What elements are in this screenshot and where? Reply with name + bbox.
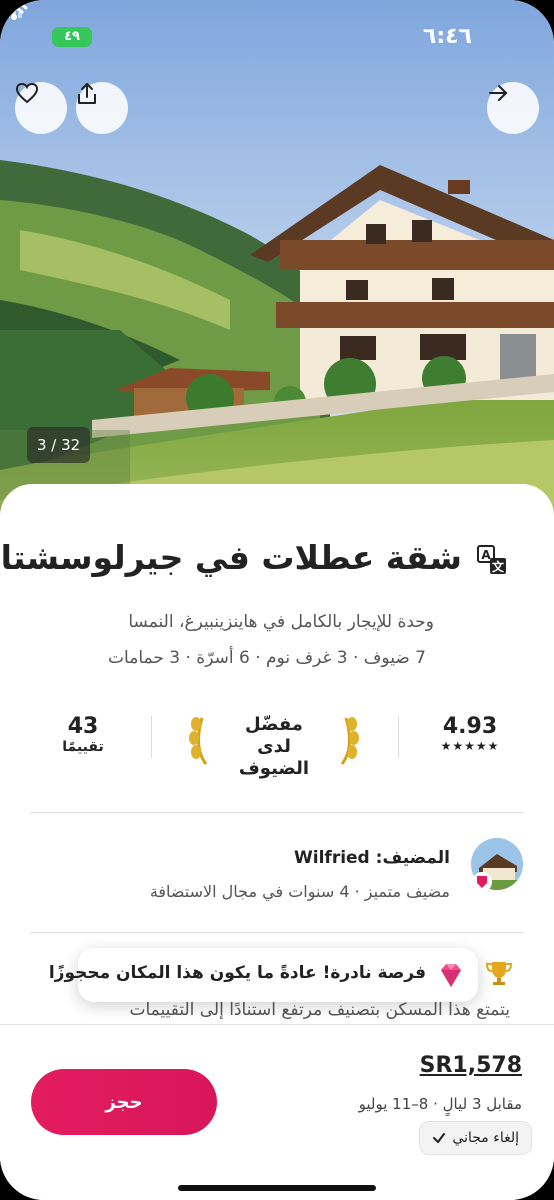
superhost-icon: [477, 876, 487, 888]
rare-find-banner: فرصة نادرة! عادةً ما يكون هذا المكان محج…: [49, 948, 478, 1002]
photo-counter: 3 / 32: [27, 427, 91, 463]
svg-text:A: A: [481, 548, 491, 562]
host-row[interactable]: المضيف: Wilfried مضيف متميز · 4 سنوات في…: [0, 834, 554, 904]
host-meta: مضيف متميز · 4 سنوات في مجال الاستضافة: [149, 882, 450, 901]
reserve-button[interactable]: حجز: [31, 1069, 217, 1135]
stats-row[interactable]: 4.93 ★★★★★ مفضّل لدى الضيوف 43 تقييمًا: [0, 704, 554, 784]
price-detail: مقابل 3 ليالٍ · 8–11 يوليو: [358, 1095, 522, 1113]
guest-favorite-line2: لدى الضيوف: [238, 736, 310, 779]
superhost-badge: [472, 872, 492, 892]
laurel-icon: [189, 717, 208, 765]
reviews-stat: 43 تقييمًا: [48, 714, 118, 755]
listing-location: وحدة للإيجار بالكامل في هاينزينبيرغ، الن…: [128, 612, 434, 632]
heart-icon: [15, 82, 39, 104]
divider: [398, 716, 399, 758]
laurel-icon: [340, 717, 359, 765]
listing-capacity: 7 ضيوف · 3 غرف نوم · 6 أسرّة · 3 حمامات: [108, 648, 426, 668]
booking-bar: SR1,578 مقابل 3 ليالٍ · 8–11 يوليو إلغاء…: [0, 1024, 554, 1200]
share-icon: [78, 83, 96, 104]
description-preview: يتمتع هذا المسكن بتصنيف مرتفع استنادًا إ…: [129, 1000, 510, 1020]
status-time: ٦:٤٦: [422, 24, 472, 49]
save-button[interactable]: [15, 82, 67, 134]
free-cancellation-label: إلغاء مجاني: [452, 1130, 519, 1146]
divider: [30, 812, 524, 813]
back-button[interactable]: [487, 82, 539, 134]
share-button[interactable]: [76, 82, 128, 134]
listing-photo-gallery[interactable]: ٤٩ ٦:٤٦ 3 / 32: [0, 0, 554, 520]
arrow-right-icon: [489, 85, 507, 101]
listing-title: شقة عطلات في جيرلوسشتاين: [0, 538, 462, 577]
status-bar: ٤٩ ٦:٤٦: [0, 0, 554, 74]
guest-favorite-line1: مفضّل: [245, 714, 303, 735]
title-row: شقة عطلات في جيرلوسشتاين A 文: [0, 538, 554, 586]
host-name: المضيف: Wilfried: [294, 848, 450, 868]
svg-text:文: 文: [492, 559, 505, 574]
home-indicator[interactable]: [178, 1185, 376, 1191]
rare-find-text: فرصة نادرة! عادةً ما يكون هذا المكان محج…: [48, 963, 426, 983]
screen: ٤٩ ٦:٤٦ 3 / 32 شقة عطلات في جيرلوسشتاين …: [0, 0, 554, 1200]
rating-value: 4.93: [442, 714, 498, 739]
guest-favorite-badge: مفضّل لدى الضيوف: [186, 712, 362, 779]
signal-icon: [0, 4, 22, 18]
reviews-count: 43: [67, 714, 99, 739]
free-cancellation-badge: إلغاء مجاني: [419, 1121, 532, 1155]
battery-indicator: ٤٩: [52, 27, 92, 47]
divider: [30, 932, 524, 933]
check-icon: [433, 1133, 446, 1143]
trophy-icon: [485, 962, 513, 985]
divider: [151, 716, 152, 758]
gem-icon: [441, 964, 461, 987]
reviews-label: تقييمًا: [62, 739, 104, 755]
translate-icon[interactable]: A 文: [476, 544, 508, 576]
rating-stars: ★★★★★: [440, 739, 500, 753]
total-price[interactable]: SR1,578: [420, 1053, 522, 1078]
rating-stat: 4.93 ★★★★★: [438, 714, 502, 753]
guest-favorite-label: مفضّل لدى الضيوف: [222, 714, 326, 780]
